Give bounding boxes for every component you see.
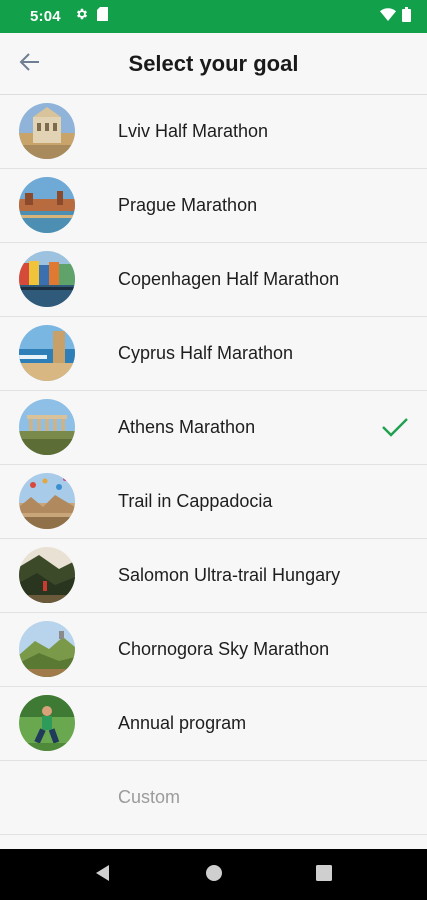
goal-thumbnail: [19, 621, 75, 677]
battery-icon: [402, 6, 411, 27]
goal-thumbnail: [19, 251, 75, 307]
app-bar: Select your goal: [0, 33, 427, 95]
goal-label: Cyprus Half Marathon: [118, 343, 294, 363]
goal-item-chornogora-sky-marathon[interactable]: Chornogora Sky Marathon: [0, 613, 427, 687]
settings-icon: [75, 7, 89, 26]
goal-thumbnail: [19, 399, 75, 455]
goal-item-custom[interactable]: Custom: [0, 761, 427, 835]
goal-thumbnail: [19, 547, 75, 603]
page-title: Select your goal: [128, 51, 299, 76]
home-circle-icon: [205, 864, 223, 887]
status-bar: 5:04: [0, 0, 427, 33]
goal-label: Annual program: [118, 713, 247, 733]
goal-item-copenhagen-half-marathon[interactable]: Copenhagen Half Marathon: [0, 243, 427, 317]
goal-item-lviv-half-marathon[interactable]: Lviv Half Marathon: [0, 95, 427, 169]
goal-thumbnail: [19, 103, 75, 159]
goal-item-athens-marathon[interactable]: Athens Marathon: [0, 391, 427, 465]
back-button[interactable]: [10, 44, 50, 84]
goal-label: Trail in Cappadocia: [118, 491, 273, 511]
goal-thumbnail: [19, 473, 75, 529]
nav-back-button[interactable]: [87, 859, 119, 891]
goal-label: Custom: [118, 787, 181, 807]
goal-label: Athens Marathon: [118, 417, 256, 437]
goal-thumbnail: [19, 695, 75, 751]
goal-label: Chornogora Sky Marathon: [118, 639, 330, 659]
arrow-left-icon: [19, 52, 41, 77]
system-nav-bar: [0, 849, 427, 900]
goal-label: Prague Marathon: [118, 195, 258, 215]
goal-list: Lviv Half Marathon Prague Marathon Copen…: [0, 95, 427, 835]
goal-item-cyprus-half-marathon[interactable]: Cyprus Half Marathon: [0, 317, 427, 391]
wifi-icon: [380, 7, 396, 26]
goal-label: Salomon Ultra-trail Hungary: [118, 565, 341, 585]
check-icon: [380, 412, 410, 442]
goal-thumbnail: [19, 325, 75, 381]
goal-thumbnail: [19, 177, 75, 233]
status-time: 5:04: [30, 8, 61, 25]
nav-home-button[interactable]: [198, 859, 230, 891]
recents-square-icon: [316, 864, 332, 886]
goal-item-annual-program[interactable]: Annual program: [0, 687, 427, 761]
goal-label: Copenhagen Half Marathon: [118, 269, 340, 289]
goal-item-salomon-ultra-trail-hungary[interactable]: Salomon Ultra-trail Hungary: [0, 539, 427, 613]
goal-label: Lviv Half Marathon: [118, 121, 269, 141]
sd-card-icon: [96, 7, 108, 26]
goal-item-trail-in-cappadocia[interactable]: Trail in Cappadocia: [0, 465, 427, 539]
nav-recents-button[interactable]: [308, 859, 340, 891]
back-triangle-icon: [96, 864, 110, 886]
goal-item-prague-marathon[interactable]: Prague Marathon: [0, 169, 427, 243]
